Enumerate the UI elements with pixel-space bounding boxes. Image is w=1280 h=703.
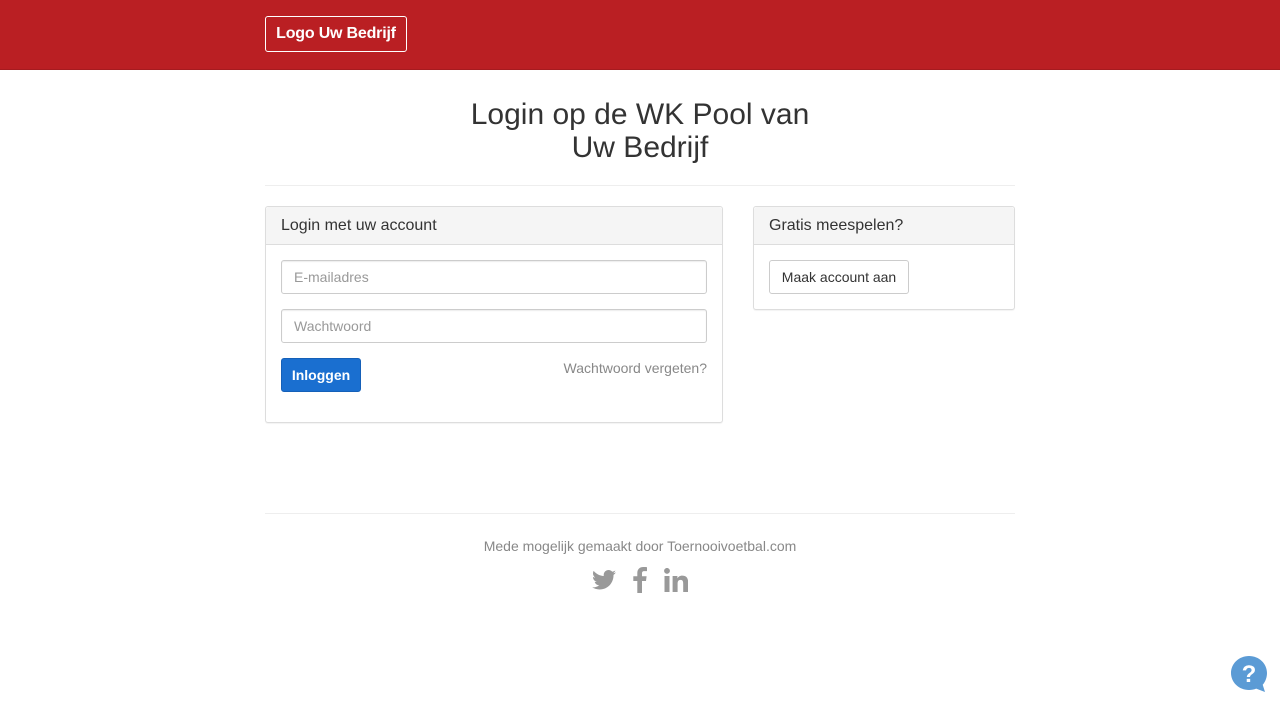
twitter-icon[interactable] — [591, 565, 617, 595]
logo-button[interactable]: Logo Uw Bedrijf — [265, 16, 407, 52]
divider-top — [265, 185, 1015, 186]
page-title-line-1: Login op de WK Pool van — [470, 98, 810, 131]
create-account-button[interactable]: Maak account aan — [769, 260, 909, 294]
page-title: Login op de WK Pool van Uw Bedrijf — [265, 98, 1015, 164]
linkedin-icon[interactable] — [663, 565, 689, 595]
top-bar: Logo Uw Bedrijf — [0, 0, 1280, 70]
facebook-icon[interactable] — [627, 565, 653, 595]
page-title-line-2: Uw Bedrijf — [571, 131, 709, 164]
social-links — [265, 565, 1015, 595]
login-button[interactable]: Inloggen — [281, 358, 361, 392]
password-input[interactable] — [281, 309, 707, 343]
signup-panel: Gratis meespelen? Maak account aan — [753, 206, 1015, 310]
signup-panel-heading: Gratis meespelen? — [754, 207, 1014, 245]
email-input[interactable] — [281, 260, 707, 294]
question-icon[interactable]: ? — [1229, 654, 1269, 694]
forgot-password-link[interactable]: Wachtwoord vergeten? — [564, 360, 707, 376]
login-panel-heading: Login met uw account — [266, 207, 722, 245]
divider-bottom — [265, 513, 1015, 514]
svg-text:?: ? — [1242, 661, 1257, 688]
footer-credit: Mede mogelijk gemaakt door Toernooivoetb… — [483, 538, 797, 554]
login-panel: Login met uw account Inloggen Wachtwoord… — [265, 206, 723, 423]
